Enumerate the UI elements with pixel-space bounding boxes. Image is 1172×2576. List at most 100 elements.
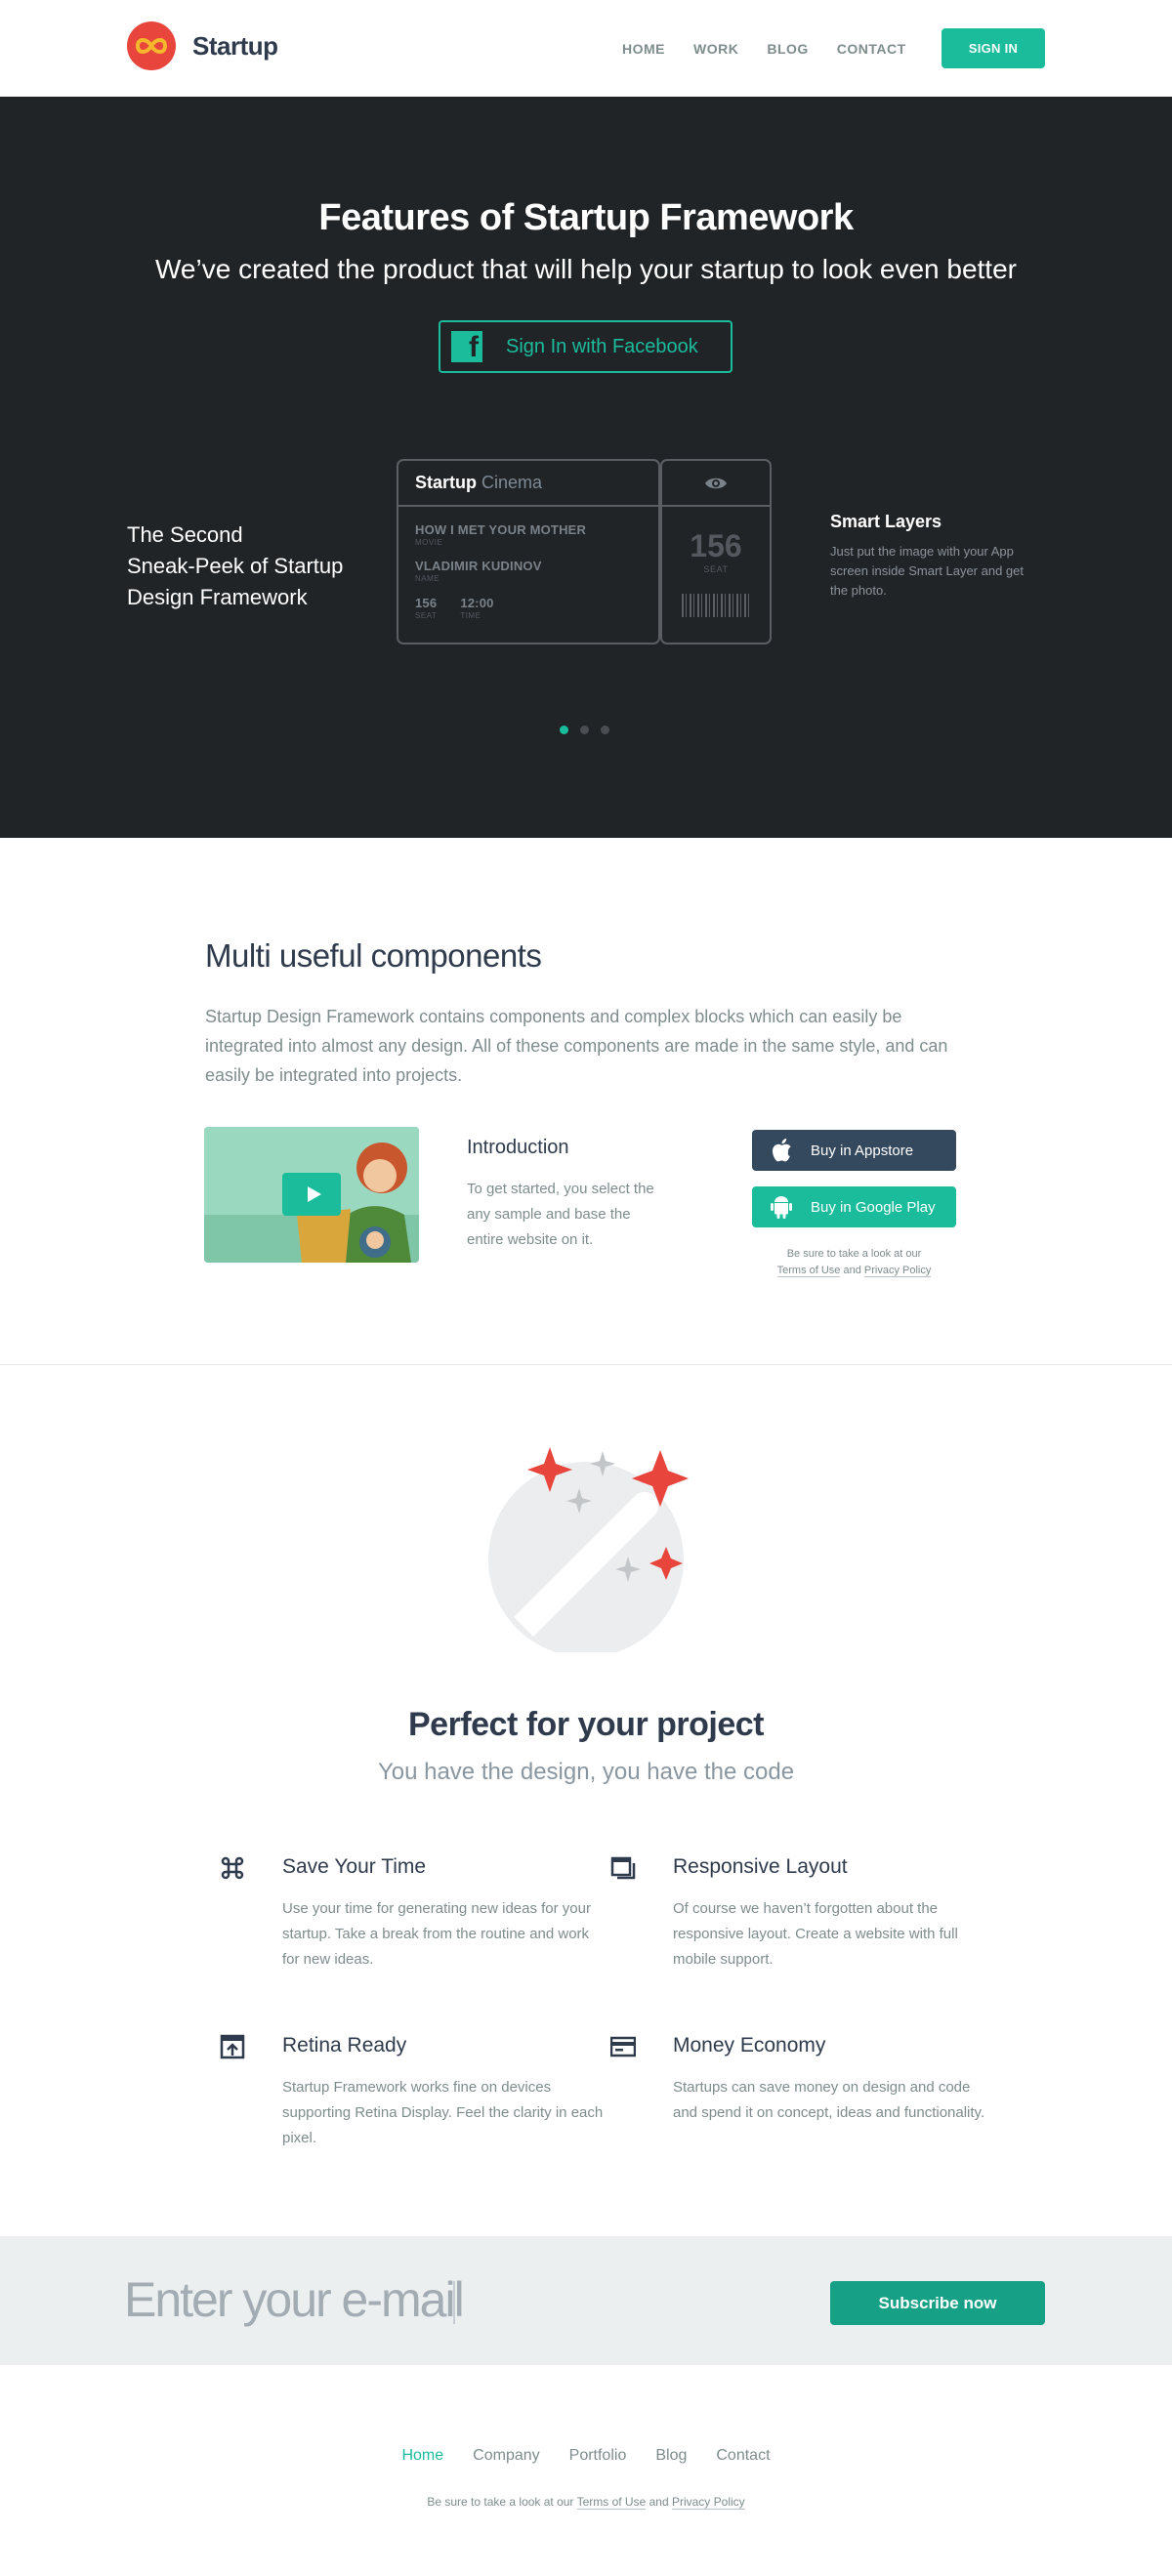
footer-terms-prefix: Be sure to take a look at our [427,2495,574,2509]
apple-icon [752,1138,811,1163]
retina-icon [220,2034,245,2059]
hero-subtitle: We’ve created the product that will help… [155,254,1017,284]
feature-money: Money Economy Startups can save money on… [609,2034,995,2126]
smart-layers: Smart Layers Just put the image with you… [830,512,1026,601]
facebook-signin-button[interactable]: f Sign In with Facebook [439,320,732,373]
footer-terms-and: and [649,2495,669,2509]
footer-nav-portfolio[interactable]: Portfolio [569,2447,627,2465]
subscribe-section: Enter your e-mail Subscribe now [0,2236,1172,2365]
logo[interactable]: Startup [127,21,278,70]
slider-dot[interactable] [601,726,609,734]
footer-nav-home[interactable]: Home [401,2447,443,2465]
ticket-time-value: 12:00 [460,596,494,610]
ticket-brand-sub: Cinema [481,473,543,492]
nav-home[interactable]: HOME [622,41,665,57]
ticket-name-caption: NAME [415,574,440,583]
hero: Features of Startup Framework We’ve crea… [0,97,1172,838]
slider-dots [560,726,621,734]
footer-nav-contact[interactable]: Contact [716,2447,770,2465]
hero-title: Features of Startup Framework [318,197,854,238]
footer-nav: Home Company Portfolio Blog Contact [0,2447,1172,2465]
ticket-movie: HOW I MET YOUR MOTHER MOVIE [398,522,658,547]
footer-terms-link[interactable]: Terms of Use [576,2495,647,2510]
introduction: Introduction To get started, you select … [467,1137,662,1253]
feature-title: Save Your Time [282,1855,427,1878]
card-icon [609,2034,637,2059]
ticket-seat: 156 SEAT [415,596,437,620]
ticket-name-value: VLADIMIR KUDINOV [415,559,542,573]
slider-dot[interactable] [580,726,589,734]
cinema-ticket: Startup Cinema HOW I MET YOUR MOTHER MOV… [397,459,772,644]
ticket-details: 156 SEAT 12:00 TIME [398,596,658,620]
sign-in-button[interactable]: SIGN IN [942,28,1045,68]
text-caret [453,2281,455,2324]
footer-terms: Be sure to take a look at our Terms of U… [0,2495,1172,2510]
magic-wand-icon [486,1447,691,1657]
ticket-stub: 156 SEAT [660,459,772,644]
smart-layers-title: Smart Layers [830,512,942,531]
feature-title: Money Economy [673,2034,826,2057]
appstore-button[interactable]: Buy in Appstore [752,1130,956,1171]
feature-title: Retina Ready [282,2034,407,2057]
footer-privacy-link[interactable]: Privacy Policy [671,2495,745,2510]
feature-title: Responsive Layout [673,1855,848,1878]
barcode [682,594,750,617]
infinity-icon [127,21,176,70]
ticket-name: VLADIMIR KUDINOV NAME [398,559,658,583]
facebook-signin-label: Sign In with Facebook [506,335,698,357]
footer-nav-blog[interactable]: Blog [655,2447,687,2465]
hero-left-line: Sneak-Peek of Startup [127,554,344,578]
windows-icon [610,1855,636,1881]
perfect-section: Perfect for your project You have the de… [0,1365,1172,2236]
terms-and: and [843,1265,861,1276]
components-section: Multi useful components Startup Design F… [0,838,1172,1365]
subscribe-button[interactable]: Subscribe now [830,2281,1045,2325]
terms-prefix: Be sure to take a look at our [786,1248,922,1260]
footer: Home Company Portfolio Blog Contact Be s… [0,2365,1172,2576]
introduction-title: Introduction [467,1137,569,1158]
ticket-main: Startup Cinema HOW I MET YOUR MOTHER MOV… [397,459,660,644]
nav-work[interactable]: WORK [693,41,738,57]
introduction-text: To get started, you select the any sampl… [467,1181,654,1248]
hero-left-line: The Second [127,522,243,547]
main-nav: HOME WORK BLOG CONTACT [622,41,935,57]
facebook-icon: f [451,331,482,363]
nav-blog[interactable]: BLOG [767,41,808,57]
footer-nav-company[interactable]: Company [473,2447,539,2465]
feature-text: Startup Framework works fine on devices … [282,2079,604,2146]
android-icon [752,1194,811,1220]
eye-icon [662,461,770,507]
ticket-seat-caption: SEAT [415,611,438,620]
feature-text: Use your time for generating new ideas f… [282,1900,591,1968]
googleplay-button[interactable]: Buy in Google Play [752,1186,956,1227]
feature-save-time: Save Your Time Use your time for generat… [221,1855,605,1973]
smart-layers-text: Just put the image with your App screen … [830,544,1024,598]
feature-text: Of course we haven’t forgotten about the… [673,1900,958,1968]
ticket-stub-seat: 156 [690,528,742,563]
header: Startup HOME WORK BLOG CONTACT SIGN IN [0,0,1172,97]
store-terms: Be sure to take a look at our Terms of U… [752,1246,956,1279]
components-description: Startup Design Framework contains compon… [205,1007,948,1085]
slider-dot[interactable] [560,726,568,734]
ticket-time-caption: TIME [460,611,481,620]
perfect-subtitle: You have the design, you have the code [377,1759,795,1785]
privacy-link[interactable]: Privacy Policy [863,1265,932,1277]
components-title: Multi useful components [205,937,542,974]
email-input[interactable]: Enter your e-mail [124,2271,465,2328]
ticket-time: 12:00 TIME [460,596,493,620]
play-button[interactable] [282,1173,341,1216]
feature-responsive: Responsive Layout Of course we haven’t f… [610,1855,995,1973]
hero-left-text: The Second Sneak-Peek of Startup Design … [127,519,381,613]
nav-contact[interactable]: CONTACT [837,41,906,57]
ticket-movie-value: HOW I MET YOUR MOTHER [415,522,587,537]
terms-link[interactable]: Terms of Use [776,1265,841,1277]
hero-left-line: Design Framework [127,585,308,609]
ticket-seat-value: 156 [415,596,438,610]
perfect-title: Perfect for your project [408,1706,764,1743]
appstore-label: Buy in Appstore [811,1142,914,1159]
googleplay-label: Buy in Google Play [811,1198,936,1216]
ticket-stub-seat-caption: SEAT [703,564,729,574]
video-thumbnail[interactable] [204,1127,419,1263]
ticket-movie-caption: MOVIE [415,538,443,547]
command-icon [220,1855,245,1881]
